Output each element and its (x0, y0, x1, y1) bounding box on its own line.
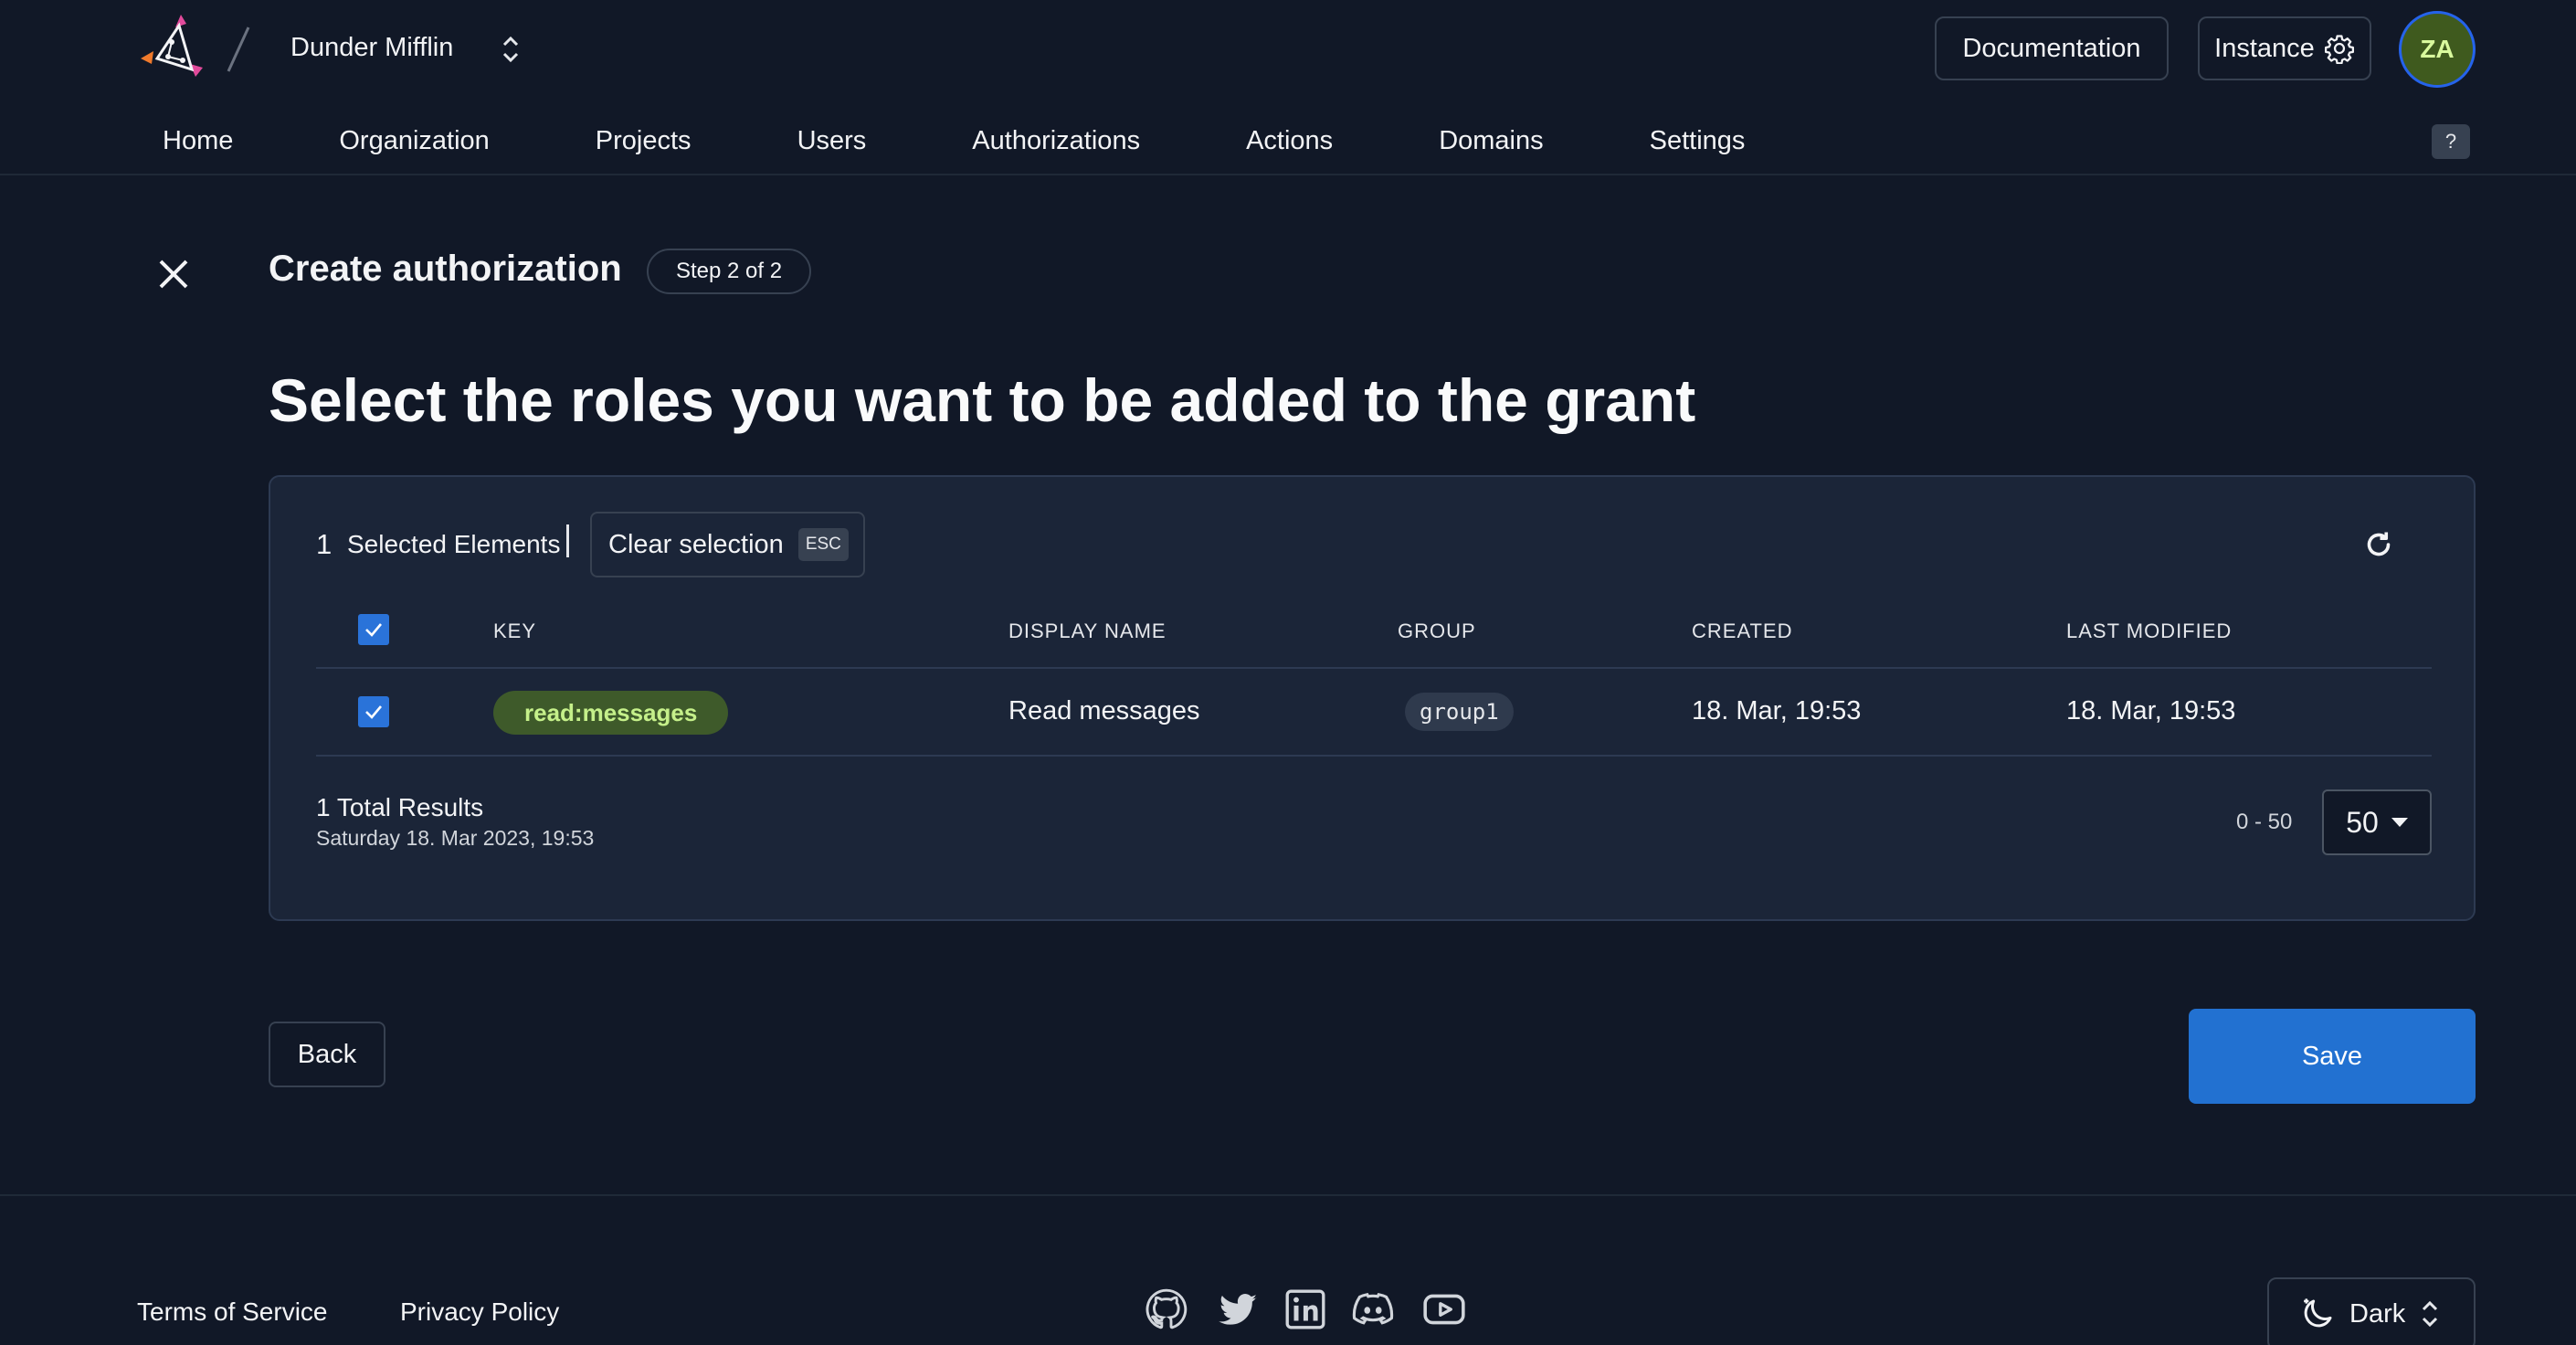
save-button[interactable]: Save (2189, 1009, 2476, 1104)
nav-item-organization[interactable]: Organization (311, 124, 516, 158)
page-size-select[interactable]: 50 (2322, 789, 2432, 855)
roles-table-card: 1 Selected Elements Clear selection ESC … (269, 475, 2476, 921)
linkedin-icon[interactable] (1283, 1287, 1328, 1332)
help-label: ? (2444, 130, 2457, 153)
gear-icon (2324, 35, 2354, 64)
zitadel-logo-icon[interactable] (135, 11, 210, 86)
back-button[interactable]: Back (269, 1022, 385, 1087)
step-badge: Step 2 of 2 (647, 249, 812, 294)
nav-item-actions[interactable]: Actions (1219, 124, 1360, 158)
selection-separator (566, 524, 569, 557)
role-display-name: Read messages (1008, 696, 1200, 725)
column-header-created[interactable]: CREATED (1692, 620, 1793, 643)
role-key-chip: read:messages (493, 691, 729, 735)
step-label: Step 2 of 2 (676, 259, 783, 283)
role-group-chip: group1 (1405, 693, 1514, 731)
nav-item-domains[interactable]: Domains (1411, 124, 1570, 158)
column-header-key[interactable]: KEY (493, 620, 536, 643)
theme-label: Dark (2349, 1298, 2406, 1329)
save-label: Save (2301, 1041, 2363, 1071)
column-header-last-modified[interactable]: LAST MODIFIED (2066, 620, 2232, 643)
checkmark-icon (365, 705, 382, 719)
select-all-checkbox[interactable] (358, 614, 389, 645)
row-checkbox[interactable] (358, 696, 389, 727)
role-last-modified: 18. Mar, 19:53 (2066, 696, 2236, 725)
help-button[interactable]: ? (2432, 124, 2470, 159)
role-created: 18. Mar, 19:53 (1692, 696, 1862, 725)
theme-toggle-button[interactable]: Dark (2267, 1277, 2476, 1345)
avatar-initials: ZA (2420, 35, 2455, 63)
nav-item-authorizations[interactable]: Authorizations (945, 124, 1167, 158)
page-title: Create authorization (269, 249, 622, 289)
nav-item-projects[interactable]: Projects (568, 124, 719, 158)
moon-icon (2304, 1298, 2332, 1328)
close-icon[interactable] (153, 254, 194, 294)
privacy-policy-link[interactable]: Privacy Policy (400, 1297, 559, 1327)
documentation-label: Documentation (1962, 33, 2141, 63)
org-name[interactable]: Dunder Mifflin (290, 33, 453, 63)
esc-key-hint: ESC (797, 528, 849, 561)
footer-divider (0, 1194, 2576, 1196)
terms-of-service-link[interactable]: Terms of Service (137, 1297, 328, 1327)
results-timestamp: Saturday 18. Mar 2023, 19:53 (316, 826, 595, 850)
column-header-display-name[interactable]: DISPLAY NAME (1008, 620, 1167, 643)
role-group: group1 (1420, 699, 1499, 725)
page-range: 0 - 50 (2236, 810, 2293, 834)
youtube-icon[interactable] (1421, 1287, 1467, 1332)
instance-button[interactable]: Instance (2198, 16, 2371, 80)
role-key: read:messages (524, 698, 698, 726)
theme-chevrons-icon (2423, 1300, 2438, 1328)
twitter-icon[interactable] (1215, 1287, 1261, 1332)
github-icon[interactable] (1144, 1287, 1189, 1332)
page-size-value: 50 (2346, 805, 2379, 839)
selected-elements-label: Selected Elements (347, 530, 561, 558)
nav-item-users[interactable]: Users (770, 124, 894, 158)
org-switch-chevrons-icon[interactable] (497, 31, 524, 68)
section-headline: Select the roles you want to be added to… (269, 366, 1696, 434)
discord-icon[interactable] (1350, 1287, 1396, 1332)
top-bar: Dunder Mifflin Documentation Instance ZA… (0, 0, 2576, 159)
app-root: Dunder Mifflin Documentation Instance ZA… (0, 0, 2576, 1345)
instance-label: Instance (2214, 33, 2315, 63)
clear-selection-button[interactable]: Clear selection ESC (590, 512, 865, 577)
table-header-divider (316, 667, 2432, 669)
breadcrumb-slash-icon (227, 26, 250, 72)
checkmark-icon (365, 623, 382, 637)
total-results: 1 Total Results (316, 793, 484, 821)
main-nav: Home Organization Projects Users Authori… (135, 124, 1823, 158)
column-header-group[interactable]: GROUP (1398, 620, 1476, 643)
nav-item-settings[interactable]: Settings (1622, 124, 1773, 158)
documentation-button[interactable]: Documentation (1935, 16, 2169, 80)
header-divider (0, 174, 2576, 175)
refresh-icon[interactable] (2362, 528, 2395, 561)
back-label: Back (297, 1039, 357, 1069)
table-row-divider (316, 755, 2432, 757)
user-avatar[interactable]: ZA (2399, 11, 2476, 88)
selected-count: 1 (316, 528, 333, 560)
nav-item-home[interactable]: Home (135, 124, 260, 158)
clear-selection-label: Clear selection (608, 529, 784, 559)
dropdown-caret-icon (2391, 818, 2408, 827)
